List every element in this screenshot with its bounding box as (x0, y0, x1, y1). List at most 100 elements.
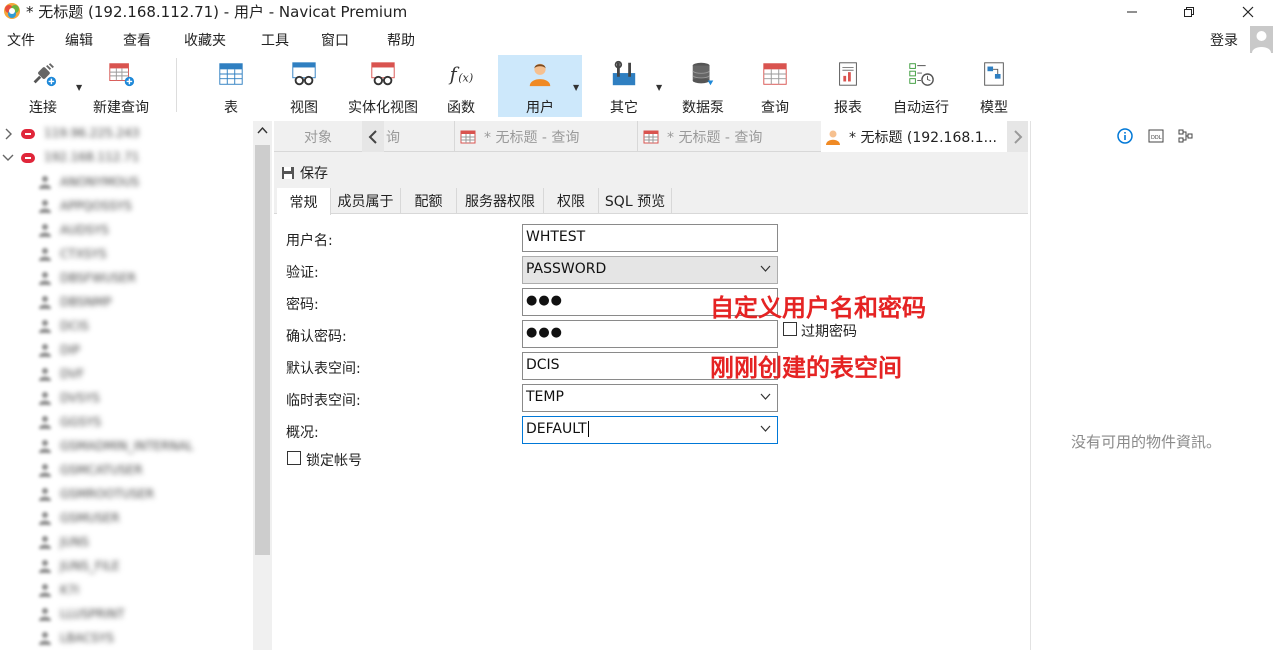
subtab-privileges[interactable]: 权限 (544, 188, 599, 214)
subtab-quota[interactable]: 配额 (401, 188, 457, 214)
menu-edit[interactable]: 编辑 (65, 30, 93, 50)
chevron-right-icon[interactable] (4, 128, 14, 140)
user-icon (826, 130, 840, 145)
toolbar-user-button[interactable]: 用户 (498, 55, 582, 117)
tree-user-item[interactable]: DVSYS (0, 386, 253, 410)
avatar[interactable] (1250, 26, 1273, 53)
subtab-server-privileges[interactable]: 服务器权限 (457, 188, 544, 214)
dependency-icon[interactable] (1178, 128, 1194, 144)
ddl-icon[interactable]: DDL (1148, 128, 1164, 144)
tree-user-item[interactable]: ANONYMOUS (0, 170, 253, 194)
tree-user-label: DVSYS (60, 391, 100, 405)
login-link[interactable]: 登录 (1210, 30, 1238, 50)
toolbar-label: 新建查询 (93, 100, 149, 116)
close-button[interactable] (1225, 0, 1271, 24)
toolbar-model-button[interactable]: 模型 (971, 55, 1017, 117)
user-icon (529, 63, 551, 87)
tree-user-item[interactable]: LLUSPRINT (0, 602, 253, 626)
subtab-member-of[interactable]: 成员属于 (331, 188, 401, 214)
tree-user-item[interactable]: AUDSYS (0, 218, 253, 242)
expire-password-checkbox[interactable] (783, 322, 797, 336)
tab-query[interactable]: * 无标题 - 查询 (637, 121, 821, 152)
confirm-password-field[interactable]: ●●● (522, 320, 778, 348)
toolbar-view-button[interactable]: 视图 (281, 55, 327, 117)
username-field[interactable]: WHTEST (522, 224, 778, 252)
scrollbar-thumb[interactable] (255, 145, 270, 555)
tree-user-item[interactable]: JUNS (0, 530, 253, 554)
tree-user-item[interactable]: DBSNMP (0, 290, 253, 314)
tab-scroll-left-button[interactable] (362, 121, 384, 152)
tree-user-item[interactable]: APPQOSSYS (0, 194, 253, 218)
tree-connection-label: 119.96.225.243 (44, 126, 140, 140)
database-connection-icon (21, 129, 35, 139)
subtab-general[interactable]: 常规 (277, 188, 331, 215)
password-label: 密码: (286, 297, 319, 313)
tree-user-item[interactable]: K7I (0, 578, 253, 602)
minimize-button[interactable] (1109, 0, 1155, 24)
subtab-sql-preview[interactable]: SQL 预览 (599, 188, 672, 214)
svg-text:DDL: DDL (1151, 135, 1162, 141)
toolbar-others-button[interactable]: 其它 (601, 55, 647, 117)
toolbar-table-button[interactable]: 表 (208, 55, 254, 117)
tree-user-item[interactable]: GGSYS (0, 410, 253, 434)
tree-user-item[interactable]: JUNS_FILE (0, 554, 253, 578)
toolbar-label: 数据泵 (682, 100, 724, 116)
tree-user-item[interactable]: DIP (0, 338, 253, 362)
save-button[interactable]: 保存 (281, 163, 328, 183)
tab-scroll-right-button[interactable] (1007, 121, 1028, 152)
toolbar-data-pump-button[interactable]: 数据泵 (676, 55, 730, 117)
tab-query[interactable]: * 无标题 - 查询 (454, 121, 637, 152)
tree-user-item[interactable]: DVF (0, 362, 253, 386)
menu-help[interactable]: 帮助 (387, 30, 415, 50)
tree-user-label: DIP (60, 343, 81, 357)
menu-tools[interactable]: 工具 (261, 30, 289, 50)
chevron-down-icon[interactable]: ▼ (573, 83, 579, 92)
profile-value: DEFAULT (526, 421, 589, 437)
subtab-label: 服务器权限 (465, 194, 535, 210)
user-icon (39, 416, 51, 429)
menu-window[interactable]: 窗口 (321, 30, 349, 50)
tree-scrollbar[interactable] (253, 121, 272, 650)
toolbar-new-query-button[interactable]: 新建查询 (88, 55, 154, 117)
tree-connection[interactable]: 119.96.225.243 (0, 122, 253, 146)
toolbar-function-button[interactable]: f (x) 函数 (438, 55, 484, 117)
tab-user-active[interactable]: * 无标题 (192.168.1... (821, 121, 1007, 152)
chevron-down-icon[interactable]: ▼ (656, 83, 662, 92)
chevron-down-icon[interactable]: ▼ (76, 83, 82, 92)
auth-select[interactable]: PASSWORD (522, 256, 778, 284)
tree-user-item[interactable]: DBSFWUSER (0, 266, 253, 290)
tree-user-label: GSMCATUSER (60, 463, 143, 477)
chevron-up-icon[interactable] (257, 126, 268, 134)
profile-select[interactable]: DEFAULT (522, 416, 778, 444)
chevron-down-icon[interactable] (2, 153, 14, 163)
toolbar-connect-button[interactable]: 连接 (20, 55, 66, 117)
toolbar-label: 连接 (29, 100, 57, 116)
chevron-right-icon (1013, 129, 1022, 144)
tree-user-item[interactable]: GSMROOTUSER (0, 482, 253, 506)
tree-user-item[interactable]: DCIS (0, 314, 253, 338)
tree-user-item[interactable]: CTXSYS (0, 242, 253, 266)
tree-connection[interactable]: 192.168.112.71 (0, 146, 253, 170)
menu-view[interactable]: 查看 (123, 30, 151, 50)
tree-user-item[interactable]: GSMCATUSER (0, 458, 253, 482)
temp-tablespace-select[interactable]: TEMP (522, 384, 778, 412)
title-bar: * 无标题 (192.168.112.71) - 用户 - Navicat Pr… (0, 0, 1273, 25)
query-icon (643, 130, 659, 143)
restore-button[interactable] (1166, 0, 1212, 24)
tree-user-item[interactable]: GSMUSER (0, 506, 253, 530)
connection-tree: 119.96.225.243 192.168.112.71 ANONYMOUS A… (0, 121, 253, 650)
tree-connection-label: 192.168.112.71 (44, 150, 140, 164)
menu-file[interactable]: 文件 (7, 30, 35, 50)
tab-objects[interactable]: 对象 (274, 121, 362, 152)
toolbar-automation-button[interactable]: 自动运行 (888, 55, 954, 117)
tab-query-partial[interactable]: 询 (384, 121, 454, 152)
toolbar-materialized-view-button[interactable]: 实体化视图 (343, 55, 423, 117)
tree-user-item[interactable]: GSMADMIN_INTERNAL (0, 434, 253, 458)
toolbar-query-button[interactable]: 查询 (752, 55, 798, 117)
tree-user-item[interactable]: LBACSYS (0, 626, 253, 650)
menu-favorites[interactable]: 收藏夹 (184, 30, 226, 50)
tree-user-label: CTXSYS (60, 247, 107, 261)
info-icon[interactable] (1117, 128, 1133, 144)
lock-account-checkbox[interactable] (287, 451, 301, 465)
toolbar-report-button[interactable]: 报表 (825, 55, 871, 117)
